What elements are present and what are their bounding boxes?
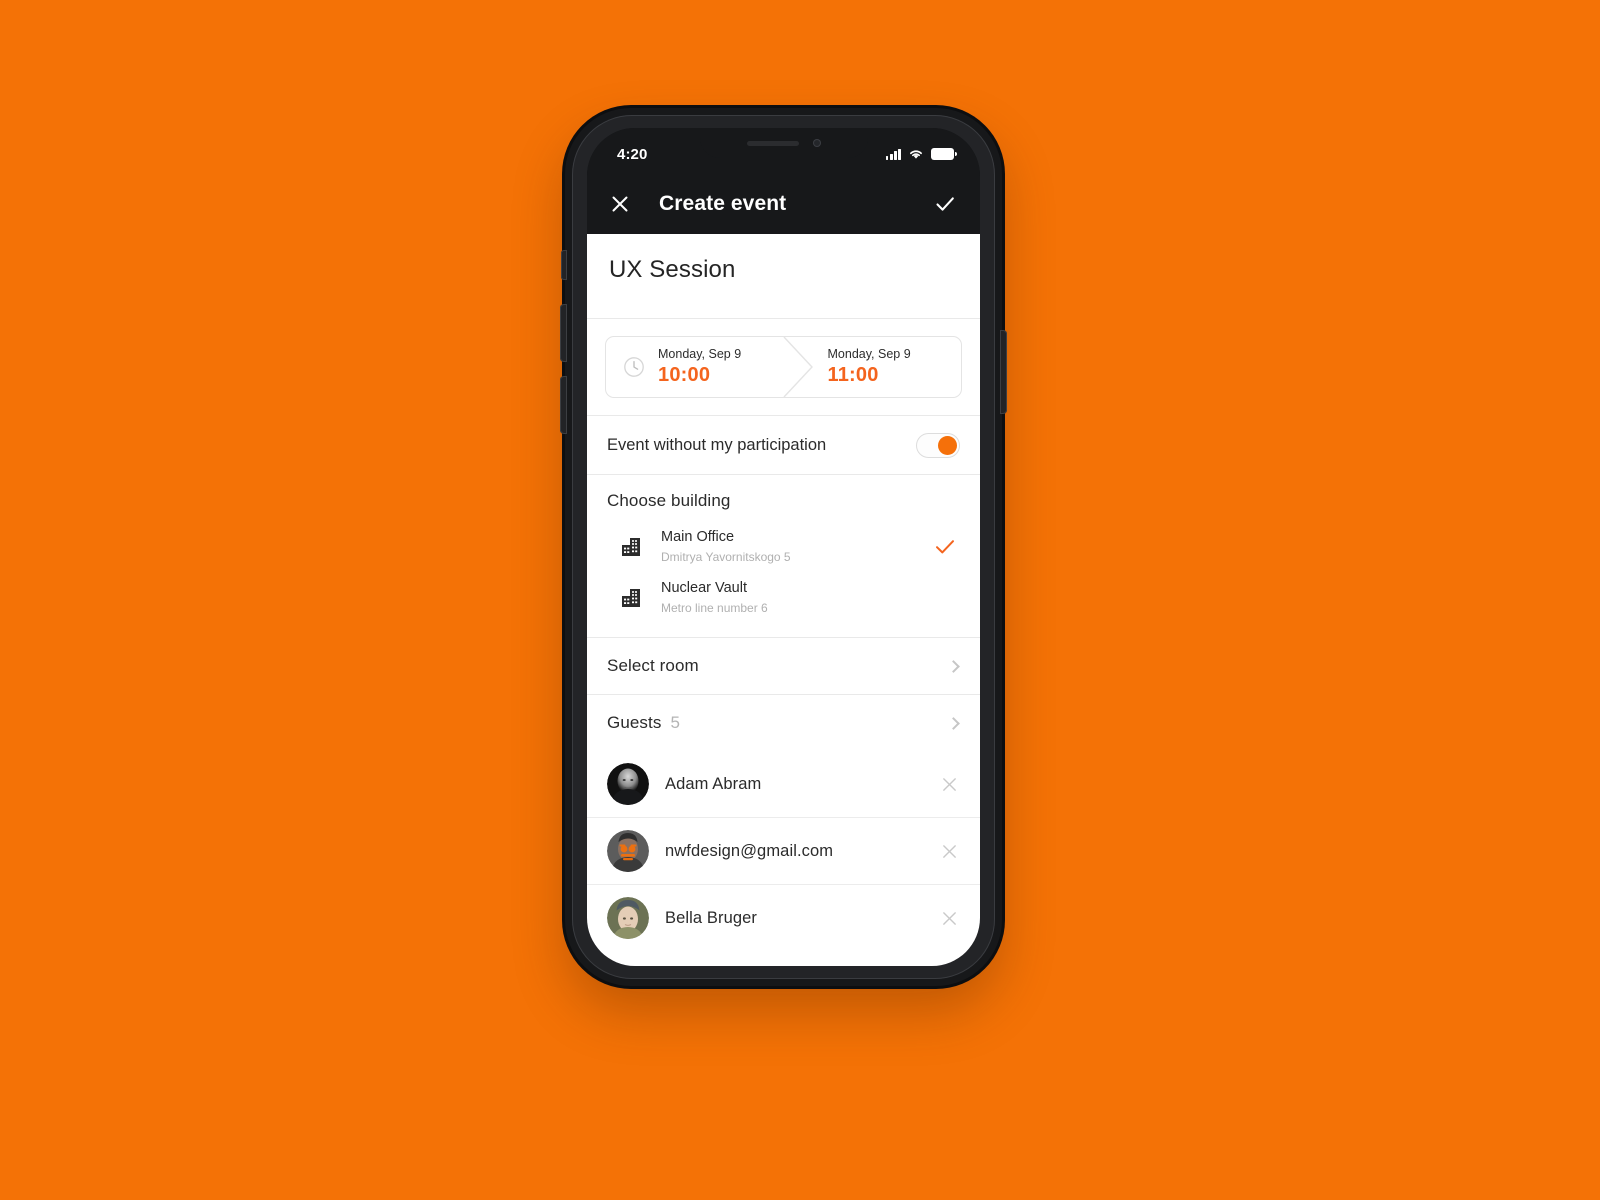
building-name: Nuclear Vault [661,580,747,597]
avatar [607,897,649,940]
remove-guest-button[interactable] [941,843,958,860]
building-texts: Main Office Dmitrya Yavornitskogo 5 [661,527,791,566]
guests-label: Guests [607,713,662,733]
participation-row[interactable]: Event without my participation [587,416,980,474]
end-date: Monday, Sep 9 [827,347,911,362]
toggle-knob [938,435,957,455]
building-name: Main Office [661,529,735,545]
phone-device-frame: 4:20 Create event UX Session Monday, Sep… [560,108,1007,986]
create-event-form: UX Session Monday, Sep 9 10:00 Monday, S… [587,234,980,966]
remove-guest-button[interactable] [941,910,958,927]
building-icon [622,537,640,556]
silent-switch-button[interactable] [561,250,567,280]
guest-name: nwfdesign@gmail.com [665,841,834,860]
building-section-title: Choose building [607,491,731,510]
earpiece-speaker-icon [746,140,799,146]
cellular-signal-icon [885,148,901,160]
close-icon [612,196,628,212]
building-texts: Nuclear Vault Metro line number 6 [661,578,768,617]
guest-list-item[interactable]: Bella Bruger [587,885,980,951]
select-room-row[interactable]: Select room [587,638,980,694]
datetime-picker[interactable]: Monday, Sep 9 10:00 Monday, Sep 9 11:00 [605,336,962,398]
select-room-label: Select room [607,656,699,676]
page-title: Create event [659,192,787,215]
chevron-right-icon [947,659,960,673]
app-bar: Create event [587,174,980,234]
screenshot-canvas: 4:20 Create event UX Session Monday, Sep… [0,0,1600,1200]
wifi-icon [910,150,922,159]
building-icon [622,588,640,607]
battery-full-icon [931,148,957,160]
avatar [607,830,649,873]
phone-screen: 4:20 Create event UX Session Monday, Sep… [587,128,980,966]
end-time: 11:00 [827,363,879,386]
phone-notch [699,128,868,158]
chevron-right-icon [947,716,960,730]
close-button[interactable] [607,191,633,217]
clock-icon [624,357,644,377]
checkmark-icon [936,197,954,211]
selected-checkmark-icon [936,539,954,553]
avatar [607,763,649,806]
guests-count: 5 [670,713,680,733]
guest-list-item[interactable]: Adam Abram [587,751,980,817]
building-option-main-office[interactable]: Main Office Dmitrya Yavornitskogo 5 [607,521,960,572]
front-camera-icon [812,139,821,147]
building-option-nuclear-vault[interactable]: Nuclear Vault Metro line number 6 [607,572,960,623]
building-address: Metro line number 6 [661,600,768,615]
datetime-start[interactable]: Monday, Sep 9 10:00 [658,346,792,388]
volume-down-button[interactable] [560,376,567,434]
remove-guest-button[interactable] [941,776,958,793]
guest-list-item[interactable]: nwfdesign@gmail.com [587,818,980,884]
datetime-end[interactable]: Monday, Sep 9 11:00 [792,346,962,388]
guests-row[interactable]: Guests 5 [587,695,980,751]
building-address: Dmitrya Yavornitskogo 5 [661,549,791,564]
power-button[interactable] [1000,330,1007,414]
start-time: 10:00 [658,363,711,386]
guest-name: Bella Bruger [665,908,757,927]
event-title-field[interactable]: UX Session [587,234,980,318]
participation-label: Event without my participation [607,435,827,454]
confirm-button[interactable] [932,191,958,217]
status-bar-time: 4:20 [617,145,648,163]
datetime-section: Monday, Sep 9 10:00 Monday, Sep 9 11:00 [587,319,980,415]
volume-up-button[interactable] [560,304,567,362]
status-bar-icons [885,148,957,160]
start-date: Monday, Sep 9 [658,347,742,362]
building-section: Choose building Main Office Dmitrya Yavo… [587,475,980,637]
guest-name: Adam Abram [665,774,762,793]
participation-toggle[interactable] [916,432,960,458]
event-title-value[interactable]: UX Session [609,256,958,284]
